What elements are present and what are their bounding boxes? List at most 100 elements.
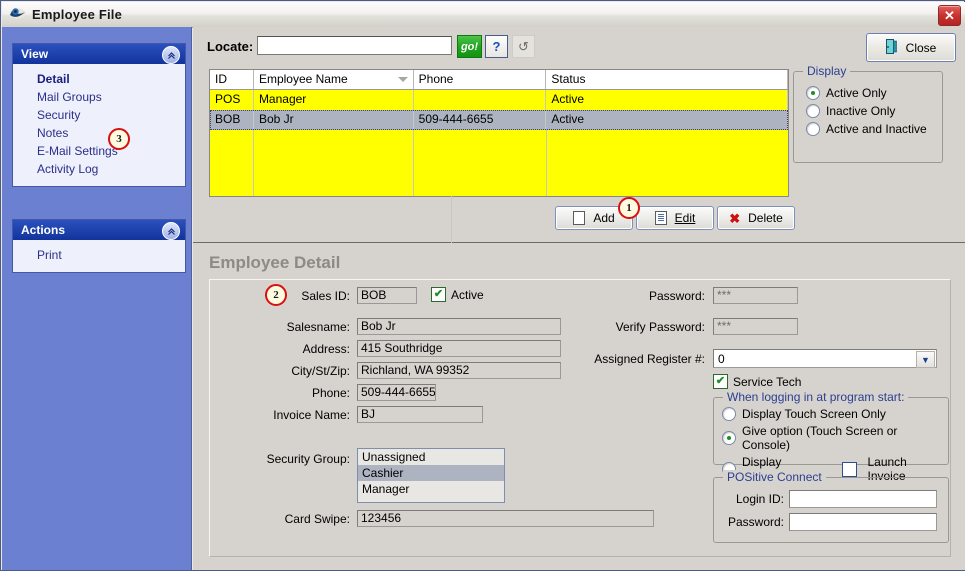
sidebar: View Detail Mail Groups Security Notes E… <box>2 27 192 570</box>
callout-badge-3: 3 <box>108 128 130 150</box>
table-header-row: ID Employee Name Phone Status <box>210 70 788 90</box>
refresh-button[interactable]: ↺ <box>512 35 535 58</box>
service-tech-checkbox-row[interactable]: ✔ Service Tech <box>713 374 801 389</box>
sidebar-panel-actions: Actions Print <box>12 219 186 273</box>
radio-active-and-inactive[interactable]: Active and Inactive <box>806 122 942 136</box>
help-button[interactable]: ? <box>485 35 508 58</box>
phone-field[interactable]: 509-444-6655 <box>357 384 436 401</box>
card-swipe-label: Card Swipe: <box>284 512 350 526</box>
address-label: Address: <box>302 342 350 356</box>
sort-descending-icon <box>397 77 408 82</box>
radio-inactive-only[interactable]: Inactive Only <box>806 104 942 118</box>
chevron-up-icon[interactable] <box>162 46 180 64</box>
verify-password-field[interactable]: *** <box>713 318 798 335</box>
security-group-listbox[interactable]: Unassigned Cashier Manager <box>357 448 505 503</box>
panel-title-actions: Actions <box>21 223 66 237</box>
close-button-label: Close <box>905 40 937 55</box>
positive-connect-password-label: Password: <box>727 515 784 529</box>
positive-connect-password-field[interactable] <box>789 513 937 531</box>
invoice-name-label-row: Invoice Name: <box>210 408 350 422</box>
security-group-label-row: Security Group: <box>210 452 350 466</box>
display-group-title: Display <box>803 64 851 78</box>
delete-x-icon: ✖ <box>729 210 741 226</box>
sidebar-item-email-settings[interactable]: E-Mail Settings <box>13 142 185 160</box>
column-header-phone[interactable]: Phone <box>414 70 547 89</box>
address-field[interactable]: 415 Southridge <box>357 340 561 357</box>
login-start-group: When logging in at program start: Displa… <box>713 390 949 483</box>
positive-connect-group: POSitive Connect Login ID: Password: <box>713 470 949 543</box>
checkbox-icon: ✔ <box>431 287 446 302</box>
door-exit-icon <box>885 38 899 57</box>
employee-table[interactable]: ID Employee Name Phone Status POS Manage… <box>209 69 789 262</box>
sales-id-field[interactable]: BOB <box>357 287 417 304</box>
column-header-status[interactable]: Status <box>546 70 788 89</box>
salesname-field[interactable]: Bob Jr <box>357 318 561 335</box>
app-logo-icon <box>9 6 26 24</box>
list-item[interactable]: Manager <box>358 481 504 497</box>
salesname-label: Salesname: <box>286 320 350 334</box>
cell-employee-name: Manager <box>254 90 414 110</box>
empty-col-id <box>210 130 254 196</box>
launch-invoice-checkbox-icon[interactable] <box>842 461 858 477</box>
column-header-employee-name[interactable]: Employee Name <box>254 70 414 89</box>
cell-phone <box>414 90 547 110</box>
assigned-register-label: Assigned Register #: <box>594 352 705 366</box>
list-item[interactable]: Unassigned <box>358 449 504 465</box>
delete-button[interactable]: ✖ Delete <box>717 206 795 230</box>
card-swipe-field[interactable]: 123456 <box>357 510 654 527</box>
table-row[interactable]: POS Manager Active <box>210 90 788 110</box>
edit-button[interactable]: Edit <box>636 206 714 230</box>
radio-display-touch-screen-only[interactable]: Display Touch Screen Only <box>722 407 948 421</box>
window-close-icon[interactable]: ✕ <box>938 5 961 26</box>
invoice-name-field[interactable]: BJ <box>357 406 483 423</box>
sidebar-item-print[interactable]: Print <box>13 246 185 264</box>
cell-status: Active <box>546 110 788 130</box>
sidebar-item-mail-groups[interactable]: Mail Groups <box>13 88 185 106</box>
go-button[interactable]: go! <box>457 35 482 58</box>
radio-icon <box>806 86 820 100</box>
sidebar-item-activity-log[interactable]: Activity Log <box>13 160 185 178</box>
positive-connect-group-title: POSitive Connect <box>723 470 826 484</box>
sidebar-item-notes[interactable]: Notes <box>13 124 185 142</box>
assigned-register-select[interactable]: 0 ▼ <box>713 349 937 368</box>
active-checkbox-row[interactable]: ✔ Active <box>431 287 484 302</box>
callout-badge-2: 2 <box>265 284 287 306</box>
radio-give-option[interactable]: Give option (Touch Screen or Console) <box>722 424 948 452</box>
close-button[interactable]: Close <box>866 33 956 62</box>
sidebar-item-detail[interactable]: Detail <box>13 70 185 88</box>
assigned-register-label-row: Assigned Register #: <box>550 352 705 366</box>
invoice-name-label: Invoice Name: <box>273 408 350 422</box>
verify-password-label-row: Verify Password: <box>550 320 705 334</box>
table-row[interactable]: BOB Bob Jr 509-444-6655 Active <box>210 110 788 130</box>
sidebar-item-security[interactable]: Security <box>13 106 185 124</box>
locate-toolbar: Locate: go! ? ↺ Close <box>193 27 965 67</box>
column-header-id[interactable]: ID <box>210 70 254 89</box>
table-empty-area <box>210 130 788 262</box>
password-label-row: Password: <box>550 289 705 303</box>
password-field[interactable]: *** <box>713 287 798 304</box>
radio-active-only[interactable]: Active Only <box>806 86 942 100</box>
phone-label-row: Phone: <box>210 386 350 400</box>
edit-button-label: Edit <box>674 211 696 225</box>
address-label-row: Address: <box>210 342 350 356</box>
sidebar-item-label: Print <box>37 248 62 262</box>
chevron-down-icon[interactable]: ▼ <box>916 351 935 368</box>
sales-id-label: Sales ID: <box>301 289 350 303</box>
search-input[interactable] <box>257 36 452 55</box>
display-filter-group: Display Active Only Inactive Only Active… <box>793 64 943 163</box>
panel-header-actions[interactable]: Actions <box>13 220 185 240</box>
add-button-label: Add <box>593 211 615 225</box>
panel-header-view[interactable]: View <box>13 44 185 64</box>
login-start-group-title: When logging in at program start: <box>723 390 909 404</box>
radio-label: Give option (Touch Screen or Console) <box>742 424 898 452</box>
window-title: Employee File <box>32 7 123 22</box>
chevron-up-icon[interactable] <box>162 222 180 240</box>
radio-icon <box>722 431 736 445</box>
delete-button-label: Delete <box>748 211 783 225</box>
list-item[interactable]: Cashier <box>358 465 504 481</box>
city-state-zip-field[interactable]: Richland, WA 99352 <box>357 362 561 379</box>
positive-connect-login-id-field[interactable] <box>789 490 937 508</box>
city-state-zip-label: City/St/Zip: <box>291 364 350 378</box>
active-label: Active <box>451 287 484 302</box>
salesname-label-row: Salesname: <box>210 320 350 334</box>
